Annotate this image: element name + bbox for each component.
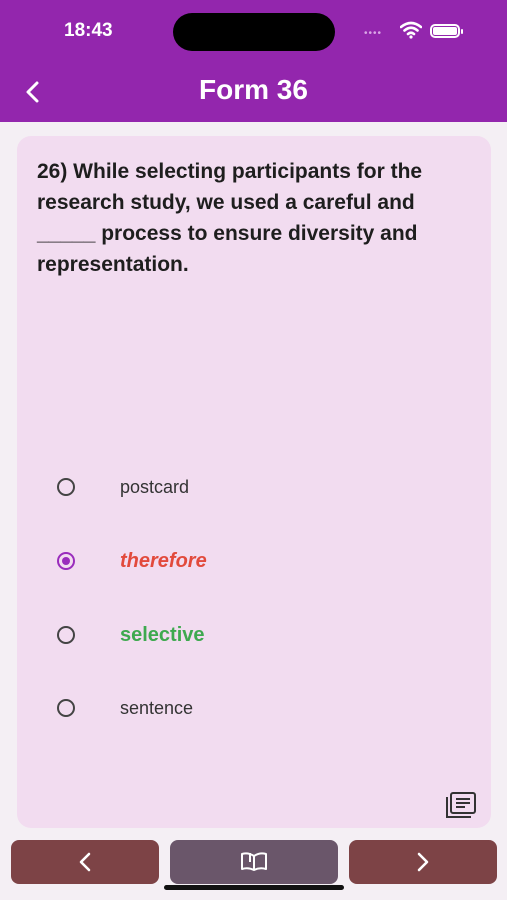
- page-title: Form 36: [199, 74, 308, 105]
- radio-button-selected[interactable]: [57, 552, 75, 570]
- battery-icon: [430, 24, 463, 38]
- book-icon: [241, 852, 267, 871]
- book-button[interactable]: [170, 840, 338, 884]
- previous-button[interactable]: [11, 840, 159, 884]
- option-label: therefore: [120, 549, 207, 572]
- option-selective[interactable]: selective: [17, 611, 491, 659]
- app-header: 18:43 •••• Form 36: [0, 0, 507, 122]
- wifi-icon: [400, 21, 422, 39]
- signal-icon: ••••: [364, 28, 383, 39]
- next-button[interactable]: [349, 840, 497, 884]
- option-therefore[interactable]: therefore: [17, 537, 491, 585]
- chevron-right-icon: [417, 852, 429, 872]
- option-label: sentence: [120, 697, 194, 718]
- chevron-left-icon: [79, 852, 91, 872]
- option-sentence[interactable]: sentence: [17, 684, 491, 732]
- option-label: selective: [120, 623, 205, 646]
- status-time: 18:43: [64, 20, 113, 41]
- question-text: 26) While selecting participants for the…: [37, 160, 423, 276]
- question-list-button[interactable]: [445, 791, 477, 819]
- question-card: 26) While selecting participants for the…: [17, 136, 491, 828]
- option-postcard[interactable]: postcard: [17, 463, 491, 511]
- list-icon: [446, 792, 476, 818]
- option-label: postcard: [120, 476, 190, 497]
- radio-button[interactable]: [57, 478, 75, 496]
- status-icons: ••••: [364, 20, 474, 44]
- radio-button[interactable]: [57, 699, 75, 717]
- radio-button[interactable]: [57, 626, 75, 644]
- bottom-navigation: [0, 838, 507, 900]
- dynamic-island: [173, 13, 335, 51]
- home-indicator: [164, 885, 344, 890]
